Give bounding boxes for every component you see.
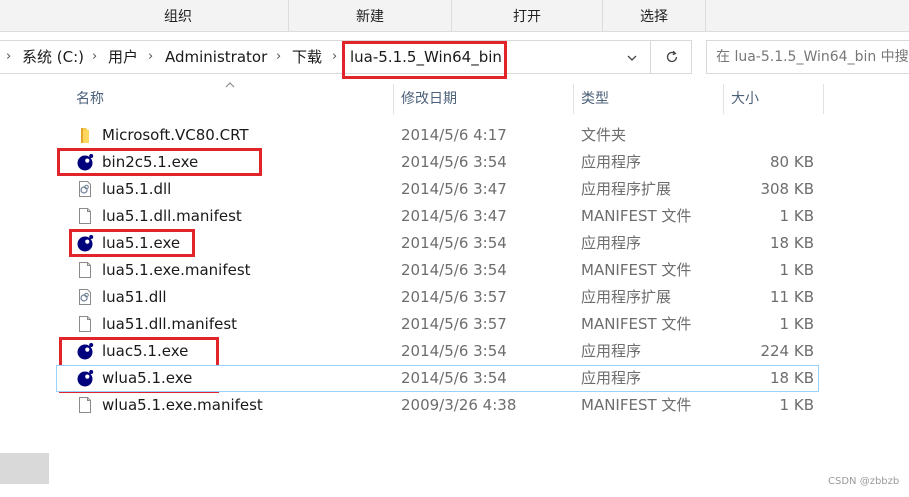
- breadcrumb-users[interactable]: 用户: [108, 41, 138, 73]
- file-type: 应用程序扩展: [581, 180, 672, 198]
- file-name: lua51.dll.manifest: [102, 315, 238, 333]
- file-date-modified: 2009/3/26 4:38: [401, 396, 517, 414]
- file-name: Microsoft.VC80.CRT: [102, 126, 249, 144]
- chevron-down-icon[interactable]: [617, 41, 647, 73]
- ribbon-open-label: 打开: [513, 8, 541, 25]
- breadcrumb-separator[interactable]: ›: [148, 41, 153, 73]
- highlight-box: [57, 148, 262, 176]
- file-size: 308 KB: [760, 180, 814, 198]
- ribbon-select-label: 选择: [640, 8, 668, 25]
- dll-icon: [76, 288, 94, 306]
- column-divider[interactable]: [723, 84, 724, 114]
- file-size: 1 KB: [779, 261, 814, 279]
- file-size: 224 KB: [760, 342, 814, 360]
- ribbon-open[interactable]: 打开: [452, 0, 603, 31]
- watermark: CSDN @zbbzb: [828, 476, 900, 487]
- file-type: 应用程序: [581, 342, 642, 360]
- file-type: MANIFEST 文件: [581, 207, 692, 225]
- file-row[interactable]: lua51.dll.manifest 2014/5/6 3:57 MANIFEST …: [56, 311, 819, 338]
- file-row[interactable]: wlua5.1.exe.manifest 2009/3/26 4:38 MANIFE…: [56, 392, 819, 419]
- file-type: MANIFEST 文件: [581, 315, 692, 333]
- column-header-date[interactable]: 修改日期: [401, 86, 571, 112]
- file-name: lua5.1.dll: [102, 180, 172, 198]
- file-size: 1 KB: [779, 396, 814, 414]
- breadcrumb-administrator[interactable]: Administrator: [165, 41, 267, 73]
- highlight-box: [69, 229, 195, 257]
- column-divider[interactable]: [573, 84, 574, 114]
- folder-icon: [76, 126, 94, 144]
- ribbon: 组织 新建 打开 选择: [0, 0, 909, 32]
- file-type: 应用程序: [581, 234, 642, 252]
- file-size: 1 KB: [779, 315, 814, 333]
- file-type: 应用程序扩展: [581, 288, 672, 306]
- breadcrumb-drive[interactable]: 系统 (C:): [22, 41, 84, 73]
- file-type: 文件夹: [581, 126, 627, 144]
- file-name: wlua5.1.exe.manifest: [102, 396, 263, 414]
- file-type: MANIFEST 文件: [581, 261, 692, 279]
- file-row[interactable]: lua5.1.dll.manifest 2014/5/6 3:47 MANIFEST…: [56, 203, 819, 230]
- dll-icon: [76, 180, 94, 198]
- breadcrumb-separator[interactable]: ›: [276, 41, 281, 73]
- file-row[interactable]: lua51.dll 2014/5/6 3:57 应用程序扩展 11 KB: [56, 284, 819, 311]
- file-date-modified: 2014/5/6 3:54: [401, 234, 507, 252]
- file-name: wlua5.1.exe: [102, 369, 193, 387]
- file-icon: [76, 315, 94, 333]
- file-size: 80 KB: [770, 153, 814, 171]
- column-divider[interactable]: [393, 84, 394, 114]
- search-input[interactable]: 在 lua-5.1.5_Win64_bin 中搜: [706, 40, 909, 74]
- breadcrumb-separator[interactable]: ›: [92, 41, 97, 73]
- file-icon: [76, 396, 94, 414]
- file-type: 应用程序: [581, 153, 642, 171]
- file-row[interactable]: lua5.1.dll 2014/5/6 3:47 应用程序扩展 308 KB: [56, 176, 819, 203]
- column-header-name[interactable]: 名称: [76, 86, 392, 112]
- breadcrumb-downloads[interactable]: 下载: [292, 41, 322, 73]
- column-header-size[interactable]: 大小: [731, 86, 821, 112]
- file-name: lua5.1.dll.manifest: [102, 207, 242, 225]
- file-date-modified: 2014/5/6 3:47: [401, 207, 507, 225]
- file-name: lua5.1.exe.manifest: [102, 261, 251, 279]
- column-header-type[interactable]: 类型: [581, 86, 721, 112]
- ribbon-new-label: 新建: [356, 8, 384, 25]
- lua-exe-icon: [76, 369, 94, 387]
- navigation-pane[interactable]: [0, 75, 49, 497]
- file-size: 11 KB: [770, 288, 814, 306]
- breadcrumb-separator: ›: [6, 49, 12, 64]
- file-size: 1 KB: [779, 207, 814, 225]
- file-size: 18 KB: [770, 369, 814, 387]
- file-date-modified: 2014/5/6 3:54: [401, 369, 507, 387]
- refresh-icon[interactable]: [650, 41, 692, 73]
- file-date-modified: 2014/5/6 3:47: [401, 180, 507, 198]
- file-size: 18 KB: [770, 234, 814, 252]
- file-date-modified: 2014/5/6 3:54: [401, 342, 507, 360]
- file-row[interactable]: Microsoft.VC80.CRT 2014/5/6 4:17 文件夹: [56, 122, 819, 149]
- file-type: 应用程序: [581, 369, 642, 387]
- file-date-modified: 2014/5/6 3:57: [401, 288, 507, 306]
- ribbon-organize[interactable]: 组织: [68, 0, 289, 31]
- address-highlight-box: [342, 41, 507, 79]
- navigation-pane-selected-item[interactable]: [0, 453, 49, 484]
- ribbon-select[interactable]: 选择: [603, 0, 706, 31]
- breadcrumb-separator[interactable]: ›: [332, 41, 337, 73]
- file-icon: [76, 261, 94, 279]
- file-name: lua51.dll: [102, 288, 167, 306]
- file-date-modified: 2014/5/6 3:54: [401, 261, 507, 279]
- ribbon-new[interactable]: 新建: [289, 0, 452, 31]
- ribbon-organize-label: 组织: [164, 8, 192, 25]
- file-type: MANIFEST 文件: [581, 396, 692, 414]
- file-date-modified: 2014/5/6 3:57: [401, 315, 507, 333]
- file-date-modified: 2014/5/6 3:54: [401, 153, 507, 171]
- file-row[interactable]: lua5.1.exe.manifest 2014/5/6 3:54 MANIFEST…: [56, 257, 819, 284]
- file-row[interactable]: wlua5.1.exe 2014/5/6 3:54 应用程序 18 KB: [56, 365, 819, 392]
- file-icon: [76, 207, 94, 225]
- file-date-modified: 2014/5/6 4:17: [401, 126, 507, 144]
- column-divider[interactable]: [823, 84, 824, 114]
